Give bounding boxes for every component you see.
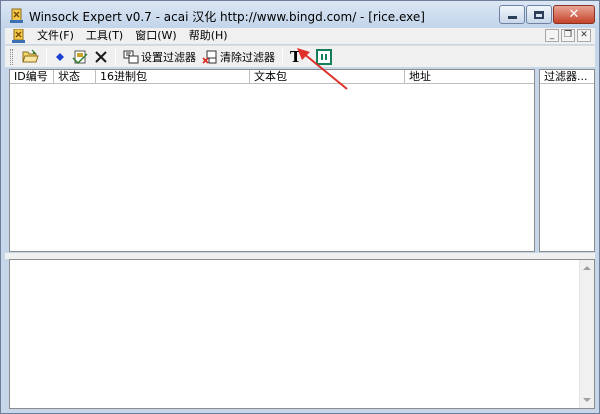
menu-tools[interactable]: 工具(T) [80, 28, 129, 44]
menu-help[interactable]: 帮助(H) [183, 28, 234, 44]
mdi-buttons: _ ❐ ✕ [545, 29, 591, 42]
menu-file[interactable]: 文件(F) [31, 28, 80, 44]
scroll-up-icon[interactable] [583, 266, 591, 270]
column-header-address[interactable]: 地址 [405, 70, 534, 84]
pause-capture-button[interactable] [313, 48, 335, 66]
open-folder-icon [22, 49, 39, 63]
app-window: Winsock Expert v0.7 - acai 汉化 http://www… [0, 0, 600, 414]
close-button[interactable]: ✕ [553, 5, 595, 24]
pause-icon [316, 48, 333, 65]
packet-list[interactable]: ID编号 状态 16进制包 文本包 地址 [9, 69, 535, 252]
save-document-icon [72, 50, 88, 64]
clear-filter-icon [202, 50, 217, 64]
mdi-restore-button[interactable]: ❐ [561, 29, 575, 42]
mdi-close-button[interactable]: ✕ [577, 29, 591, 42]
toolbar-grip[interactable] [10, 48, 13, 65]
delete-x-icon [95, 50, 107, 63]
set-filter-button[interactable]: 设置过滤器 [120, 48, 199, 66]
toolbar-separator [282, 48, 283, 65]
column-header-id[interactable]: ID编号 [10, 70, 54, 84]
set-filter-icon [123, 50, 139, 63]
window-title: Winsock Expert v0.7 - acai 汉化 http://www… [29, 10, 425, 24]
column-header-filter[interactable]: 过滤器... [540, 70, 594, 84]
column-header-text[interactable]: 文本包 [250, 70, 405, 84]
maximize-icon [534, 10, 544, 19]
column-header-hex[interactable]: 16进制包 [96, 70, 250, 84]
clear-filter-button[interactable]: 清除过滤器 [199, 48, 278, 66]
toolbar-separator [115, 48, 116, 65]
document-app-icon[interactable] [11, 29, 27, 43]
title-bar[interactable]: Winsock Expert v0.7 - acai 汉化 http://www… [1, 1, 599, 29]
vertical-scrollbar[interactable] [579, 260, 594, 408]
filter-panel[interactable]: 过滤器... [539, 69, 595, 252]
app-icon [10, 8, 23, 23]
minimize-icon [507, 16, 517, 19]
caption-buttons: ✕ [499, 5, 595, 24]
delete-button[interactable] [91, 48, 111, 66]
packet-detail-panel[interactable] [9, 259, 595, 409]
open-process-button[interactable] [19, 48, 42, 66]
toolbar-separator [308, 48, 310, 65]
toolbar: 设置过滤器 清除过滤器 T [5, 45, 595, 67]
maximize-button[interactable] [526, 5, 552, 24]
menu-window[interactable]: 窗口(W) [129, 28, 182, 44]
save-packets-button[interactable] [69, 48, 91, 66]
mdi-minimize-button[interactable]: _ [545, 29, 559, 42]
clear-filter-label: 清除过滤器 [220, 50, 275, 64]
start-capture-button[interactable] [51, 48, 69, 66]
scroll-down-icon[interactable] [583, 398, 591, 402]
blue-diamond-icon [56, 52, 64, 61]
set-filter-label: 设置过滤器 [141, 50, 196, 64]
column-header-status[interactable]: 状态 [54, 70, 96, 84]
text-t-icon: T [290, 47, 302, 66]
menu-bar: 文件(F) 工具(T) 窗口(W) 帮助(H) _ ❐ ✕ [5, 28, 595, 44]
close-icon: ✕ [568, 7, 580, 22]
toolbar-separator [46, 48, 47, 65]
minimize-button[interactable] [499, 5, 525, 24]
text-view-button[interactable]: T [287, 48, 304, 66]
